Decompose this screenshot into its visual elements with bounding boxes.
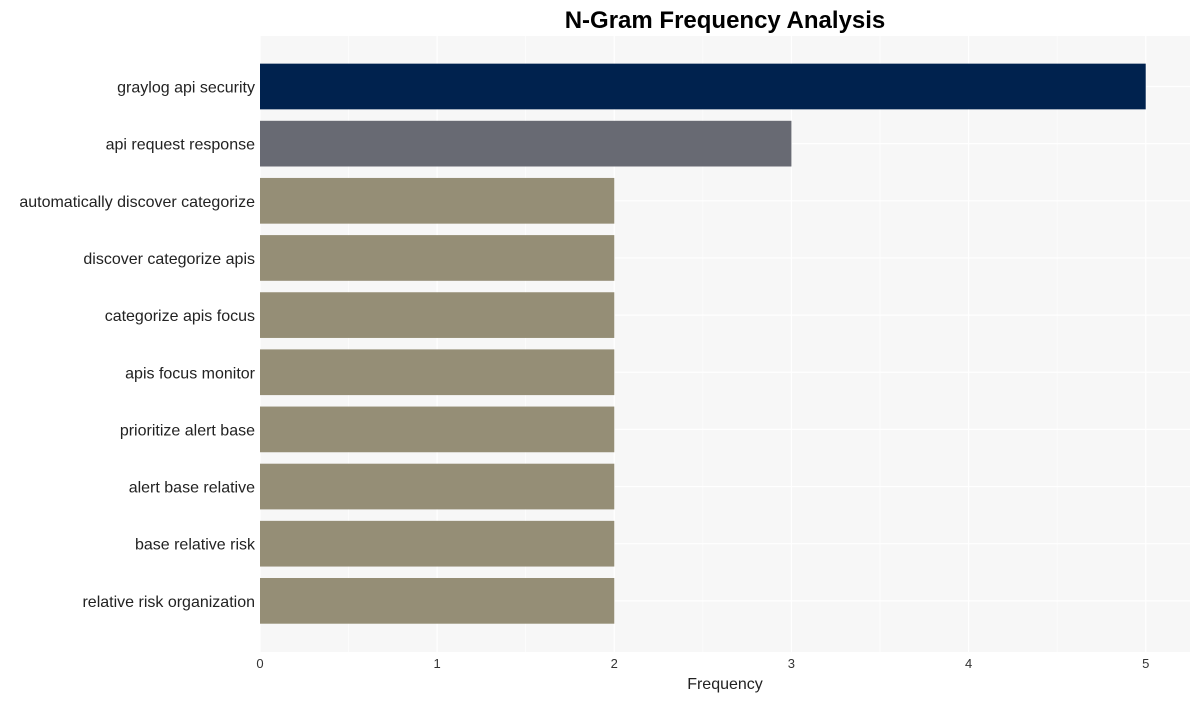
y-tick-label: api request response (106, 137, 256, 154)
x-tick-label: 0 (256, 656, 263, 671)
bar (260, 463, 615, 510)
x-tick-label: 3 (788, 656, 795, 671)
x-tick-label: 5 (1142, 656, 1149, 671)
bar (260, 520, 615, 567)
x-tick-labels: 0 1 2 3 4 5 (256, 656, 1149, 671)
y-tick-label: categorize apis focus (105, 308, 255, 325)
bar (260, 406, 615, 453)
bar (260, 120, 792, 167)
y-tick-label: relative risk organization (82, 594, 255, 611)
y-tick-label: prioritize alert base (120, 422, 255, 439)
y-tick-label: automatically discover categorize (19, 194, 255, 211)
y-tick-label: alert base relative (129, 480, 255, 497)
bar (260, 349, 615, 396)
x-tick-label: 1 (434, 656, 441, 671)
chart-title: N-Gram Frequency Analysis (565, 7, 886, 34)
bar (260, 177, 615, 224)
y-tick-labels: graylog api security api request response… (19, 80, 256, 611)
bar (260, 578, 615, 624)
x-tick-label: 4 (965, 656, 972, 671)
bar (260, 63, 1146, 110)
y-tick-label: apis focus monitor (125, 365, 256, 382)
y-tick-label: graylog api security (117, 80, 255, 97)
bar (260, 235, 615, 281)
x-tick-label: 2 (611, 656, 618, 671)
y-tick-label: base relative risk (135, 537, 256, 554)
y-tick-label: discover categorize apis (83, 251, 255, 268)
ngram-bar-chart: N-Gram Frequency Analysis graylog api se… (19, 7, 1190, 693)
bar (260, 292, 615, 338)
x-axis-label: Frequency (687, 676, 763, 693)
